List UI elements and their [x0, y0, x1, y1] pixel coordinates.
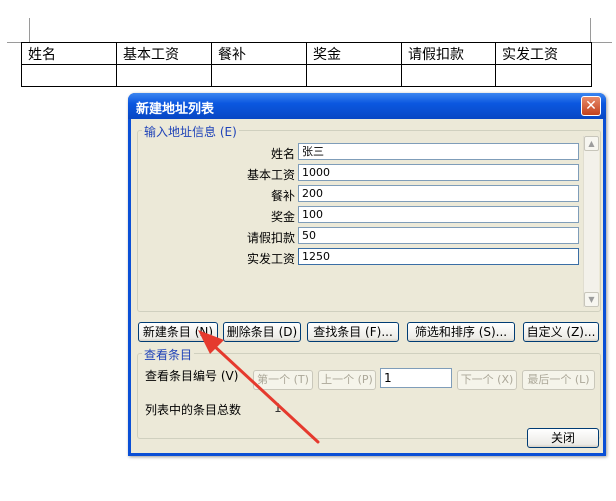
last-entry-button[interactable]: 最后一个 (L) [522, 370, 595, 390]
salary-table: 姓名 基本工资 餐补 奖金 请假扣款 实发工资 [21, 42, 592, 87]
leave-deduction-field[interactable]: 50 [298, 227, 579, 244]
input-address-group-label: 输入地址信息 (E) [142, 123, 239, 140]
table-header-cell[interactable]: 奖金 [306, 42, 402, 65]
table-cell[interactable] [306, 64, 402, 87]
filter-sort-button[interactable]: 筛选和排序 (S)... [407, 322, 515, 342]
table-header-row: 姓名 基本工资 餐补 奖金 请假扣款 实发工资 [21, 42, 592, 65]
scroll-down-icon[interactable]: ▼ [584, 292, 599, 307]
table-header-cell[interactable]: 餐补 [211, 42, 307, 65]
annotation-arrow-icon [198, 330, 320, 444]
meal-allowance-field[interactable]: 200 [298, 185, 579, 202]
table-header-cell[interactable]: 基本工资 [116, 42, 212, 65]
fields-scrollbar[interactable]: ▲ ▼ [583, 136, 599, 307]
name-field[interactable]: 张三 [298, 143, 579, 160]
field-label-net-salary: 实发工资 [246, 252, 295, 266]
dialog-title-bar[interactable]: 新建地址列表 ✕ [128, 93, 606, 119]
view-entries-group-label: 查看条目 [142, 346, 195, 363]
next-entry-button[interactable]: 下一个 (X) [457, 370, 517, 390]
table-cell[interactable] [401, 64, 496, 87]
customize-button[interactable]: 自定义 (Z)... [523, 322, 599, 342]
scroll-up-icon[interactable]: ▲ [584, 136, 599, 151]
table-header-cell[interactable]: 姓名 [21, 42, 117, 65]
page-margin-mark [29, 18, 30, 42]
table-header-cell[interactable]: 请假扣款 [401, 42, 496, 65]
table-cell[interactable] [495, 64, 592, 87]
table-cell[interactable] [21, 64, 117, 87]
bonus-field[interactable]: 100 [298, 206, 579, 223]
dialog-title: 新建地址列表 [136, 102, 215, 117]
close-button[interactable]: 关闭 [527, 428, 599, 448]
table-cell[interactable] [116, 64, 212, 87]
field-label-bonus: 奖金 [270, 210, 295, 224]
field-label-leave-deduction: 请假扣款 [246, 231, 295, 245]
base-salary-field[interactable]: 1000 [298, 164, 579, 181]
field-label-meal-allowance: 餐补 [270, 189, 295, 203]
field-label-name: 姓名 [270, 147, 295, 161]
entry-number-input[interactable]: 1 [380, 368, 452, 388]
net-salary-field[interactable]: 1250 [298, 248, 579, 265]
table-header-cell[interactable]: 实发工资 [495, 42, 592, 65]
page-margin-mark [590, 42, 612, 43]
table-row [21, 64, 592, 87]
table-cell[interactable] [211, 64, 307, 87]
page-margin-mark [590, 18, 591, 42]
close-icon[interactable]: ✕ [581, 96, 601, 116]
field-label-base-salary: 基本工资 [246, 168, 295, 182]
